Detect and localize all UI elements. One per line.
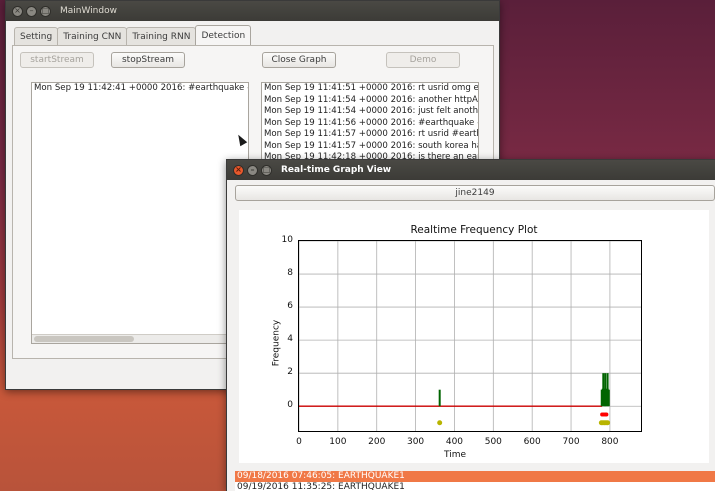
detected-tweets-list[interactable]: Mon Sep 19 11:42:41 +0000 2016: #earthqu… [31,82,249,344]
y-tick-label: 2 [287,367,293,378]
x-tick-label: 200 [368,437,386,447]
x-tick-label: 700 [562,437,580,447]
window-title: MainWindow [60,6,117,16]
y-tick-label: 8 [287,268,293,279]
maximize-icon[interactable]: □ [261,164,272,176]
close-icon[interactable]: × [233,164,244,176]
user-button[interactable]: jine2149 [235,185,715,201]
window-title: Real-time Graph View [281,165,392,175]
x-tick-label: 300 [406,437,425,447]
y-tick-label: 10 [281,235,293,245]
x-tick-label: 400 [445,437,464,447]
minimize-icon[interactable]: – [247,164,258,176]
event-list[interactable]: 09/18/2016 07:46:05: EARTHQUAKE1 09/19/2… [235,471,715,491]
graph-window-titlebar[interactable]: × – □ Real-time Graph View [227,160,715,180]
x-tick-label: 100 [329,437,347,447]
x-tick-label: 600 [523,437,541,447]
maximize-icon[interactable]: □ [40,5,51,17]
x-tick-label: 800 [601,437,619,447]
list-item[interactable]: Mon Sep 19 11:41:51 +0000 2016: rt usrid… [262,83,478,95]
list-item[interactable]: Mon Sep 19 11:41:56 +0000 2016: #earthqu… [262,118,478,130]
chart-title: Realtime Frequency Plot [410,224,538,236]
scrollbar-thumb[interactable] [34,336,134,342]
list-item[interactable]: 09/18/2016 07:46:05: EARTHQUAKE1 [235,471,715,482]
plot-svg [298,240,641,431]
tab-training-cnn[interactable]: Training CNN [57,27,128,45]
y-tick-label: 4 [287,334,293,345]
data-point [437,420,443,426]
x-tick-label: 500 [484,437,502,447]
tab-detection[interactable]: Detection [195,25,252,45]
horizontal-scrollbar[interactable] [32,334,248,343]
list-item[interactable]: 09/19/2016 11:35:25: EARTHQUAKE1 [235,482,715,491]
close-icon[interactable]: × [12,5,23,17]
y-tick-label: 0 [287,400,293,411]
minimize-icon[interactable]: – [26,5,37,17]
start-stream-button[interactable]: startStream [20,52,94,68]
list-item[interactable]: Mon Sep 19 11:41:54 +0000 2016: another … [262,95,478,107]
list-item[interactable]: Mon Sep 19 11:41:57 +0000 2016: rt usrid… [262,129,478,141]
list-item[interactable]: Mon Sep 19 11:41:57 +0000 2016: south ko… [262,141,478,153]
tab-setting[interactable]: Setting [14,27,59,45]
tab-training-rnn[interactable]: Training RNN [126,27,197,45]
graph-window: × – □ Real-time Graph View jine2149 Real… [226,159,715,491]
list-item[interactable]: Mon Sep 19 11:41:54 +0000 2016: just fel… [262,106,478,118]
frequency-plot: Realtime Frequency Plot Frequency Time 0… [239,210,709,463]
close-graph-button[interactable]: Close Graph [262,52,336,68]
x-tick-label: 0 [296,437,302,447]
x-axis-label: Time [444,450,467,460]
list-item[interactable]: Mon Sep 19 11:42:41 +0000 2016: #earthqu… [32,83,248,95]
tab-bar: Setting Training CNN Training RNN Detect… [14,25,252,45]
y-tick-label: 6 [287,301,293,312]
data-point [605,420,611,426]
main-window-titlebar[interactable]: × – □ MainWindow [6,1,499,21]
plot-area [298,240,642,432]
stop-stream-button[interactable]: stopStream [111,52,185,68]
demo-button[interactable]: Demo [386,52,460,68]
data-point [604,412,609,417]
